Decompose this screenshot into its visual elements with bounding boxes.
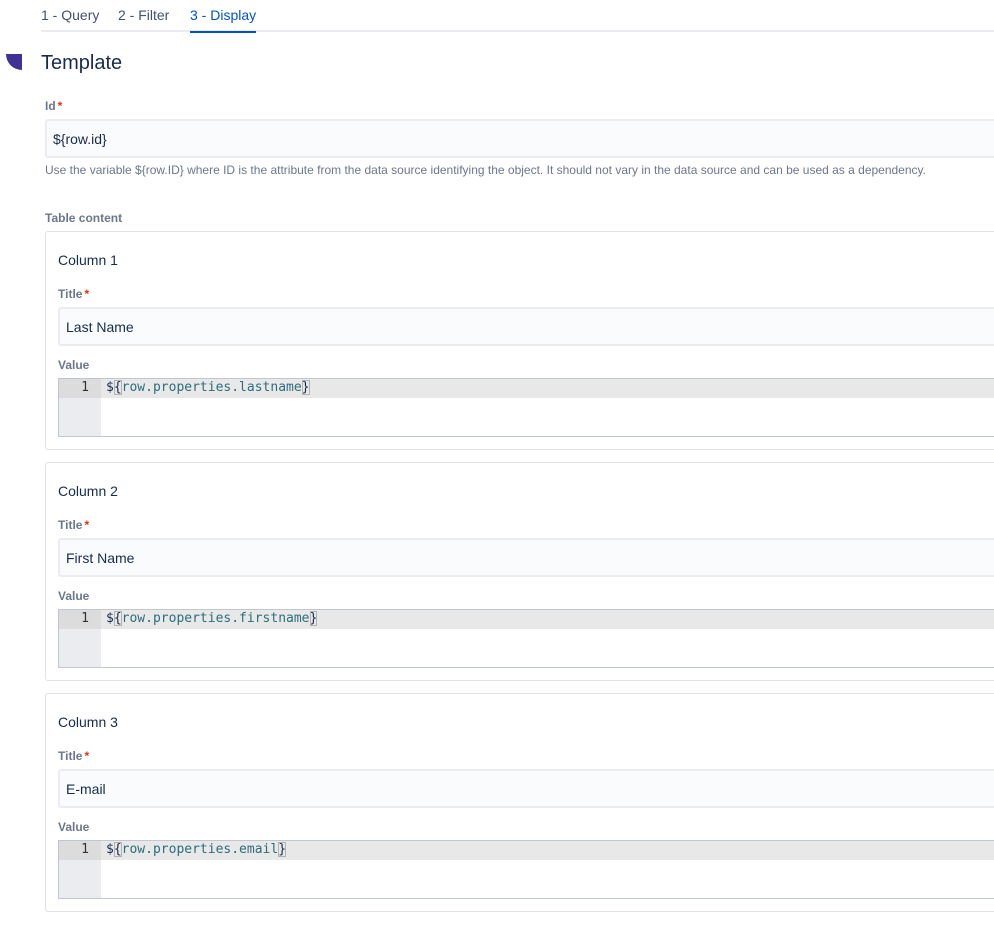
column-1-value-editor[interactable]: 1 ${row.properties.lastname}: [58, 378, 994, 437]
code-expression: row.properties.email: [121, 842, 279, 857]
code-line[interactable]: ${row.properties.lastname}: [106, 380, 310, 395]
tab-query[interactable]: 1 - Query: [41, 7, 99, 23]
quarter-circle-collapse-icon[interactable]: [6, 54, 22, 70]
code-dollar: $: [106, 842, 114, 857]
required-mark: *: [84, 518, 90, 532]
code-open-brace: {: [113, 842, 122, 857]
line-number: 1: [81, 380, 89, 395]
column-2-title-input[interactable]: [58, 538, 994, 577]
column-3-title-label: Title *: [58, 749, 90, 763]
column-1-title-label: Title *: [58, 287, 90, 301]
column-3-value-editor[interactable]: 1 ${row.properties.email}: [58, 840, 994, 899]
line-number: 1: [81, 842, 89, 857]
line-number: 1: [81, 611, 89, 626]
required-mark: *: [57, 99, 63, 113]
column-3-value-label: Value: [58, 820, 90, 834]
code-expression: row.properties.firstname: [121, 611, 310, 626]
id-help-text: Use the variable ${row.ID} where ID is t…: [45, 163, 926, 177]
column-2-value-editor[interactable]: 1 ${row.properties.firstname}: [58, 609, 994, 668]
column-3-title-input[interactable]: [58, 769, 994, 808]
column-1-value-label: Value: [58, 358, 90, 372]
code-close-brace: }: [309, 611, 318, 626]
code-open-brace: {: [113, 611, 122, 626]
table-content-label: Table content: [45, 211, 123, 225]
code-dollar: $: [106, 380, 114, 395]
required-mark: *: [84, 749, 90, 763]
column-heading: Column 3: [58, 714, 118, 730]
section-title: Template: [41, 52, 123, 74]
column-1-title-input[interactable]: [58, 307, 994, 346]
wizard-tabs: 1 - Query 2 - Filter 3 - Display: [41, 0, 994, 33]
column-2-title-label: Title *: [58, 518, 90, 532]
code-line[interactable]: ${row.properties.email}: [106, 842, 287, 857]
id-input[interactable]: [45, 119, 994, 158]
code-expression: row.properties.lastname: [121, 380, 302, 395]
column-heading: Column 1: [58, 252, 118, 268]
tab-filter[interactable]: 2 - Filter: [118, 7, 169, 23]
required-mark: *: [84, 287, 90, 301]
code-open-brace: {: [113, 380, 122, 395]
code-close-brace: }: [301, 380, 310, 395]
code-line[interactable]: ${row.properties.firstname}: [106, 611, 318, 626]
code-close-brace: }: [278, 842, 287, 857]
column-heading: Column 2: [58, 483, 118, 499]
tab-display[interactable]: 3 - Display: [190, 7, 257, 33]
id-label: Id *: [45, 99, 63, 113]
column-2-value-label: Value: [58, 589, 90, 603]
code-dollar: $: [106, 611, 114, 626]
